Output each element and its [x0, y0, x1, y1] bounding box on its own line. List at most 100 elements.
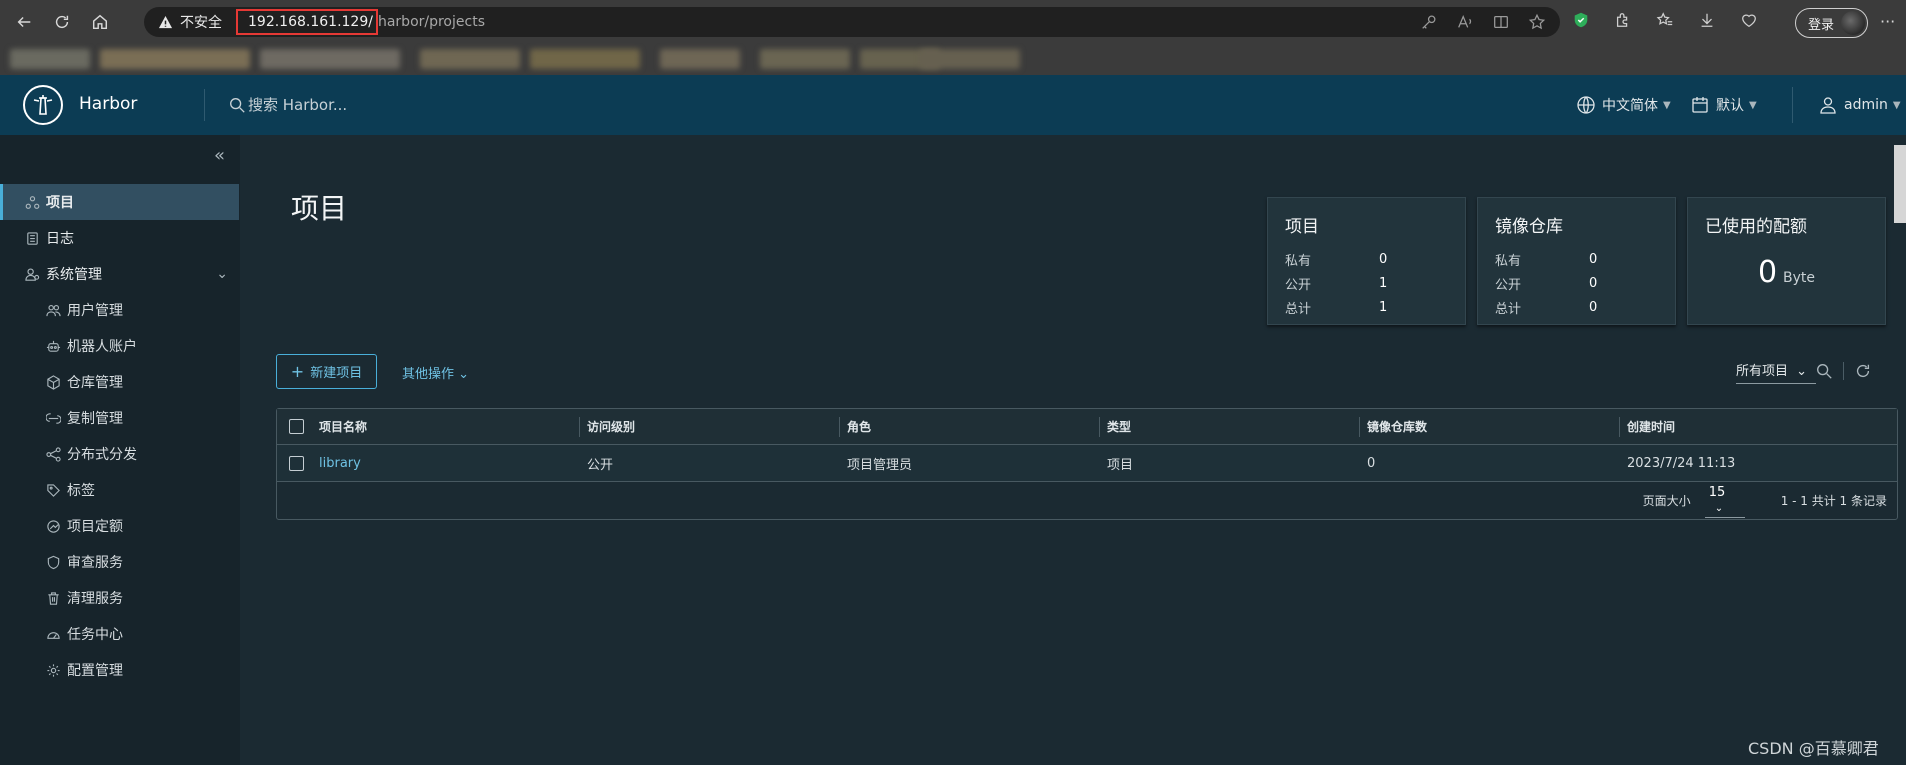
- row-checkbox[interactable]: [289, 455, 304, 471]
- refresh-icon[interactable]: [1854, 362, 1872, 380]
- public-count: 0: [1589, 275, 1598, 291]
- performance-icon[interactable]: [1740, 11, 1758, 29]
- login-label: 登录: [1808, 17, 1835, 33]
- sidebar-item-label: 审查服务: [67, 555, 123, 571]
- private-count: 0: [1589, 251, 1598, 267]
- datetime-format-switcher[interactable]: 默认 ▼: [1690, 95, 1757, 115]
- back-button[interactable]: [10, 8, 38, 36]
- sidebar-item-logs[interactable]: 日志: [0, 220, 240, 256]
- harbor-logo[interactable]: [23, 85, 63, 125]
- new-project-label: 新建项目: [310, 366, 363, 381]
- projects-summary-card: 项目 私有 0 公开 1 总计 1: [1267, 197, 1466, 325]
- search-placeholder: 搜索 Harbor...: [248, 96, 348, 114]
- sidebar-item-interrogation[interactable]: 审查服务: [0, 544, 240, 580]
- sidebar-item-project-quotas[interactable]: 项目定额: [0, 508, 240, 544]
- column-header[interactable]: 类型: [1099, 409, 1359, 444]
- page-size-label: 页面大小: [1642, 494, 1691, 508]
- favorite-star-icon[interactable]: [1528, 13, 1546, 31]
- role: 项目管理员: [847, 457, 913, 473]
- sidebar-item-label: 系统管理: [46, 267, 102, 283]
- sidebar-item-label: 配置管理: [67, 663, 123, 679]
- language-switcher[interactable]: 中文简体 ▼: [1576, 95, 1671, 115]
- project-name-link[interactable]: library: [319, 445, 579, 481]
- quota-unit: Byte: [1783, 270, 1816, 286]
- quota-summary-card: 已使用的配额 0 Byte: [1687, 197, 1886, 325]
- quota-icon: [47, 519, 60, 533]
- search-icon[interactable]: [1815, 362, 1833, 380]
- user-menu[interactable]: admin ▼: [1818, 95, 1901, 115]
- address-bar[interactable]: 不安全 192.168.161.129/ harbor/projects: [144, 7, 1560, 37]
- url-path: harbor/projects: [377, 14, 485, 30]
- dashboard-icon: [47, 631, 60, 639]
- calendar-icon: [1692, 97, 1708, 113]
- chevron-down-icon: ⌄: [216, 266, 228, 282]
- search-icon: [230, 97, 245, 113]
- global-search[interactable]: 搜索 Harbor...: [228, 94, 347, 115]
- key-icon[interactable]: [1420, 13, 1438, 31]
- project-filter-select[interactable]: 所有项目 ⌄: [1736, 360, 1816, 384]
- page-size-select[interactable]: 15 ⌄: [1704, 483, 1745, 518]
- column-header[interactable]: 角色: [839, 409, 1099, 444]
- extensions-icon[interactable]: [1614, 11, 1632, 29]
- repo-count: 0: [1367, 455, 1376, 471]
- app-header: Harbor 搜索 Harbor... 中文简体 ▼ 默认 ▼ admin ▼: [0, 75, 1906, 135]
- private-label: 私有: [1495, 253, 1522, 269]
- read-aloud-icon[interactable]: [1456, 13, 1474, 31]
- sidebar-item-robots[interactable]: 机器人账户: [0, 328, 240, 364]
- more-menu-button[interactable]: ···: [1880, 12, 1895, 31]
- sidebar-item-configuration[interactable]: 配置管理: [0, 652, 240, 688]
- column-header[interactable]: 创建时间: [1619, 409, 1879, 444]
- sidebar-item-registries[interactable]: 仓库管理: [0, 364, 240, 400]
- page-size-value: 15: [1708, 485, 1726, 500]
- tag-icon: [47, 483, 60, 497]
- new-project-button[interactable]: + 新建项目: [276, 354, 377, 389]
- private-label: 私有: [1285, 253, 1312, 269]
- sidebar-item-replications[interactable]: 复制管理: [0, 400, 240, 436]
- other-actions-label: 其他操作: [402, 367, 455, 382]
- project-name[interactable]: library: [319, 456, 361, 471]
- collapse-sidebar-icon[interactable]: «: [214, 145, 225, 166]
- chevron-down-icon: ▼: [1749, 99, 1757, 111]
- sidebar-item-label: 日志: [46, 231, 74, 247]
- insecure-label: 不安全: [180, 15, 222, 31]
- chevron-down-icon: ⌄: [1796, 364, 1808, 379]
- pagination-summary: 1 - 1 共计 1 条记录: [1780, 494, 1887, 508]
- sidebar-item-labels[interactable]: 标签: [0, 472, 240, 508]
- chevron-down-icon: ▼: [1892, 99, 1901, 111]
- sidebar-item-users[interactable]: 用户管理: [0, 292, 240, 328]
- side-panel-tab[interactable]: [1894, 145, 1906, 223]
- table-footer: 页面大小 15 ⌄ 1 - 1 共计 1 条记录: [277, 482, 1897, 519]
- refresh-button[interactable]: [48, 8, 76, 36]
- insecure-warning[interactable]: 不安全: [158, 12, 222, 32]
- sidebar-item-admin[interactable]: 系统管理 ⌄: [0, 256, 240, 292]
- projects-table: 项目名称 访问级别 角色 类型 镜像仓库数 创建时间 library 公开 项目…: [276, 408, 1898, 520]
- logs-icon: [27, 231, 38, 245]
- url-host: 192.168.161.129/: [236, 9, 378, 35]
- public-label: 公开: [1495, 277, 1522, 293]
- download-icon[interactable]: [1698, 11, 1716, 29]
- column-header[interactable]: 访问级别: [579, 409, 839, 444]
- repositories-summary-card: 镜像仓库 私有 0 公开 0 总计 0: [1477, 197, 1676, 325]
- sidebar-item-label: 任务中心: [67, 627, 123, 643]
- total-count: 0: [1589, 299, 1598, 315]
- avatar: [1841, 11, 1865, 35]
- sidebar-item-projects[interactable]: 项目: [0, 184, 239, 220]
- reader-view-icon[interactable]: [1492, 13, 1510, 31]
- login-button[interactable]: 登录: [1795, 8, 1868, 38]
- home-button[interactable]: [86, 8, 114, 36]
- sidebar-item-gc[interactable]: 清理服务: [0, 580, 240, 616]
- total-count: 1: [1379, 299, 1388, 315]
- sidebar-item-job-service[interactable]: 任务中心: [0, 616, 240, 652]
- column-header[interactable]: 项目名称: [319, 409, 579, 444]
- filter-value: 所有项目: [1736, 364, 1789, 379]
- favorites-icon[interactable]: [1656, 11, 1674, 29]
- projects-icon: [25, 195, 40, 209]
- other-actions-dropdown[interactable]: 其他操作 ⌄: [402, 363, 469, 382]
- sidebar-item-distributions[interactable]: 分布式分发: [0, 436, 240, 472]
- column-header[interactable]: 镜像仓库数: [1359, 409, 1619, 444]
- shield-icon: [47, 555, 60, 569]
- extension-shield-icon[interactable]: [1572, 11, 1590, 29]
- globe-icon: [1577, 96, 1595, 114]
- sidebar: « 项目 日志 系统管理 ⌄ 用户管理 机器人账户 仓库管理 复制管理 分布式分…: [0, 135, 240, 765]
- select-all-checkbox[interactable]: [289, 419, 304, 434]
